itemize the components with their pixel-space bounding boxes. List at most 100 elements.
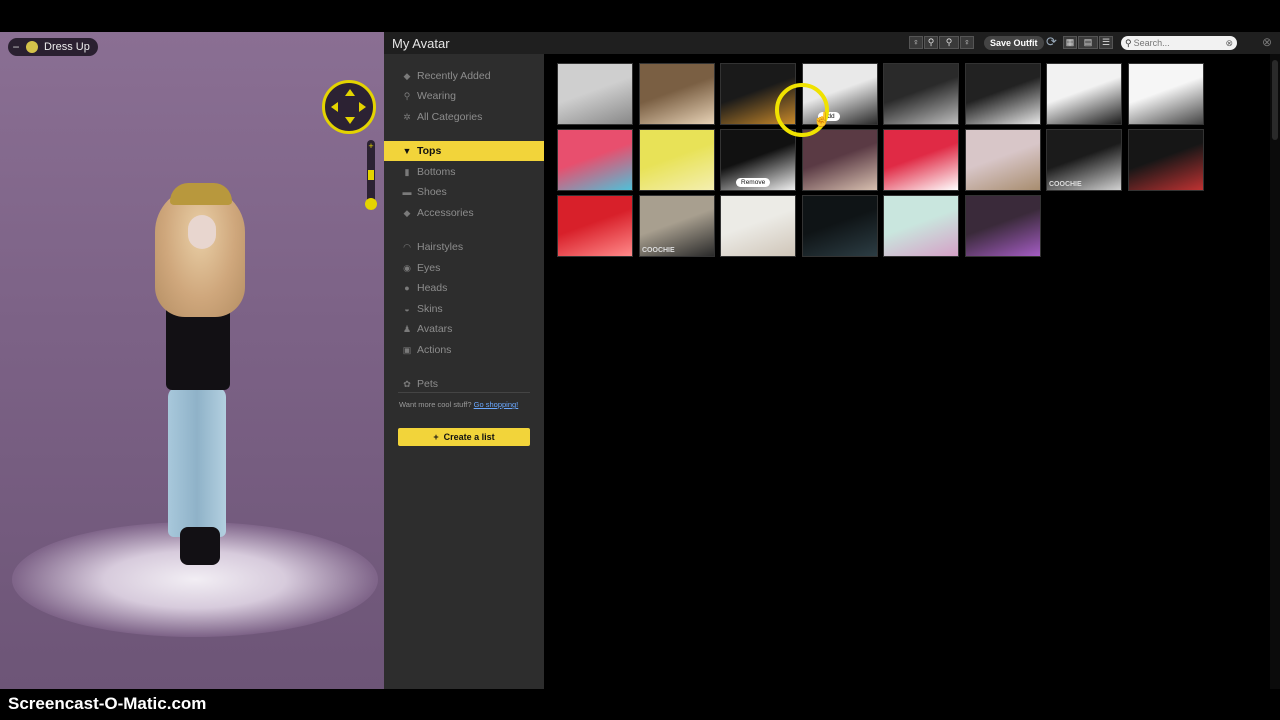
sidebar-item-label: Bottoms [417, 166, 456, 178]
sidebar-item-pets[interactable]: ✿ Pets [384, 374, 544, 394]
item-thumbnail[interactable] [1128, 63, 1204, 125]
person-icon: ♟ [402, 323, 412, 334]
pan-left-arrow-icon[interactable] [331, 102, 338, 112]
item-thumbnail[interactable] [720, 63, 796, 125]
pan-down-arrow-icon[interactable] [345, 117, 355, 124]
refresh-icon[interactable]: ⟳ [1046, 34, 1057, 50]
avatar-hat [170, 183, 232, 205]
pants-icon: ▮ [404, 166, 410, 177]
item-thumbnail[interactable] [639, 63, 715, 125]
sidebar-item-label: Skins [417, 303, 443, 315]
dress-up-label: Dress Up [44, 41, 90, 53]
item-thumbnail[interactable] [720, 195, 796, 257]
search-input[interactable] [1131, 38, 1224, 48]
sidebar-item-shoes[interactable]: ▬ Shoes [384, 182, 544, 202]
sidebar-item-label: Eyes [417, 262, 441, 274]
sidebar-item-label: Recently Added [417, 70, 491, 82]
shoe-icon: ▬ [402, 187, 412, 197]
item-thumbnail[interactable] [883, 129, 959, 191]
sidebar-item-hairstyles[interactable]: ◠ Hairstyles [384, 237, 544, 257]
avatar-jeans [168, 387, 226, 537]
sidebar-item-label: Wearing [417, 90, 456, 102]
item-thumbnail[interactable] [883, 63, 959, 125]
couple-view-icon[interactable]: ⚲ [939, 36, 959, 49]
diamond-icon: ◆ [403, 207, 411, 218]
remove-item-button[interactable]: Remove [736, 178, 771, 187]
grid-scrollbar[interactable] [1270, 54, 1280, 689]
sidebar-item-recently-added[interactable]: ◆ Recently Added [384, 66, 544, 86]
avatar-boots [180, 527, 220, 565]
sidebar-item-label: Pets [417, 378, 439, 390]
recorder-watermark: Screencast-O-Matic.com [8, 694, 207, 713]
save-outfit-button[interactable]: Save Outfit [984, 36, 1044, 50]
search-box[interactable]: ⚲ ⊗ [1121, 36, 1237, 50]
pan-up-arrow-icon[interactable] [345, 89, 355, 96]
create-list-button[interactable]: + Create a list [398, 428, 530, 446]
sidebar-divider [398, 392, 530, 393]
dress-up-toggle[interactable]: − Dress Up [8, 38, 98, 56]
item-thumbnail[interactable] [965, 195, 1041, 257]
item-thumbnail[interactable] [557, 195, 633, 257]
item-brand-tag: COOCHIE [1049, 181, 1082, 188]
zoom-in-icon[interactable]: + [367, 142, 375, 151]
gear-icon: ✲ [403, 111, 411, 122]
film-icon: ▣ [402, 344, 412, 355]
sidebar-item-label: Avatars [417, 323, 453, 335]
sidebar-item-label: All Categories [417, 111, 483, 123]
go-shopping-link[interactable]: Go shopping! [474, 400, 519, 409]
item-thumbnail[interactable]: COOCHIE [1046, 129, 1122, 191]
sidebar-item-skins[interactable]: ◒ Skins [384, 299, 544, 319]
item-brand-tag: COOCHIE [642, 247, 675, 254]
shop-promo: Want more cool stuff? Go shopping! [399, 400, 518, 409]
item-thumbnail[interactable] [965, 63, 1041, 125]
sidebar-item-label: Tops [417, 145, 442, 157]
item-thumbnail[interactable] [557, 63, 633, 125]
item-thumbnail[interactable] [639, 129, 715, 191]
camera-pan-control[interactable] [322, 80, 376, 134]
item-thumbnail[interactable] [557, 129, 633, 191]
sidebar-item-tops[interactable]: ▼ Tops [384, 141, 544, 161]
sidebar-item-wearing[interactable]: ⚲ Wearing [384, 86, 544, 106]
sidebar-item-label: Hairstyles [417, 241, 464, 253]
item-thumbnail[interactable] [802, 129, 878, 191]
close-icon[interactable]: ⊗ [1262, 35, 1272, 49]
reset-view-icon[interactable] [365, 198, 377, 210]
item-thumbnail[interactable]: Remove [720, 129, 796, 191]
clear-search-icon[interactable]: ⊗ [1225, 38, 1233, 49]
child-view-icon[interactable]: ♀ [960, 36, 974, 49]
group-avatar-view-icon[interactable]: ⚲ [924, 36, 938, 49]
item-thumbnail[interactable]: COOCHIE [639, 195, 715, 257]
sidebar-item-label: Actions [417, 344, 452, 356]
window-title: My Avatar [392, 36, 450, 51]
zoom-slider-knob[interactable] [368, 170, 374, 180]
avatar-stage[interactable]: − Dress Up + − [0, 32, 384, 689]
hanger-icon: ⚲ [403, 90, 411, 101]
pan-right-arrow-icon[interactable] [359, 102, 366, 112]
view-mode-group: ♀ ⚲ ⚲ ♀ [909, 36, 974, 49]
item-thumbnail[interactable] [802, 195, 878, 257]
sidebar-item-label: Heads [417, 282, 448, 294]
single-avatar-view-icon[interactable]: ♀ [909, 36, 923, 49]
list-view-icon[interactable]: ☰ [1099, 36, 1113, 49]
sidebar-item-eyes[interactable]: ◉ Eyes [384, 258, 544, 278]
scrollbar-thumb[interactable] [1272, 60, 1278, 140]
sidebar-item-heads[interactable]: ● Heads [384, 278, 544, 298]
item-thumbnail[interactable] [965, 129, 1041, 191]
sidebar-item-accessories[interactable]: ◆ Accessories [384, 203, 544, 223]
sidebar-item-avatars[interactable]: ♟ Avatars [384, 319, 544, 339]
medium-grid-icon[interactable]: ▤ [1078, 36, 1098, 49]
grid-size-group: ▦ ▤ ☰ [1063, 36, 1113, 49]
create-list-label: Create a list [443, 432, 495, 442]
plus-icon: + [433, 432, 439, 442]
sidebar-item-all-categories[interactable]: ✲ All Categories [384, 107, 544, 127]
tag-icon: ◆ [403, 70, 411, 81]
sidebar-item-bottoms[interactable]: ▮ Bottoms [384, 162, 544, 182]
large-grid-icon[interactable]: ▦ [1063, 36, 1077, 49]
item-thumbnail[interactable] [1128, 129, 1204, 191]
item-thumbnail[interactable] [883, 195, 959, 257]
shirt-icon: ▼ [402, 146, 412, 156]
sidebar-item-actions[interactable]: ▣ Actions [384, 340, 544, 360]
eye-icon: ◉ [403, 262, 411, 273]
item-thumbnail[interactable] [1046, 63, 1122, 125]
collapse-icon[interactable]: − [12, 40, 20, 54]
